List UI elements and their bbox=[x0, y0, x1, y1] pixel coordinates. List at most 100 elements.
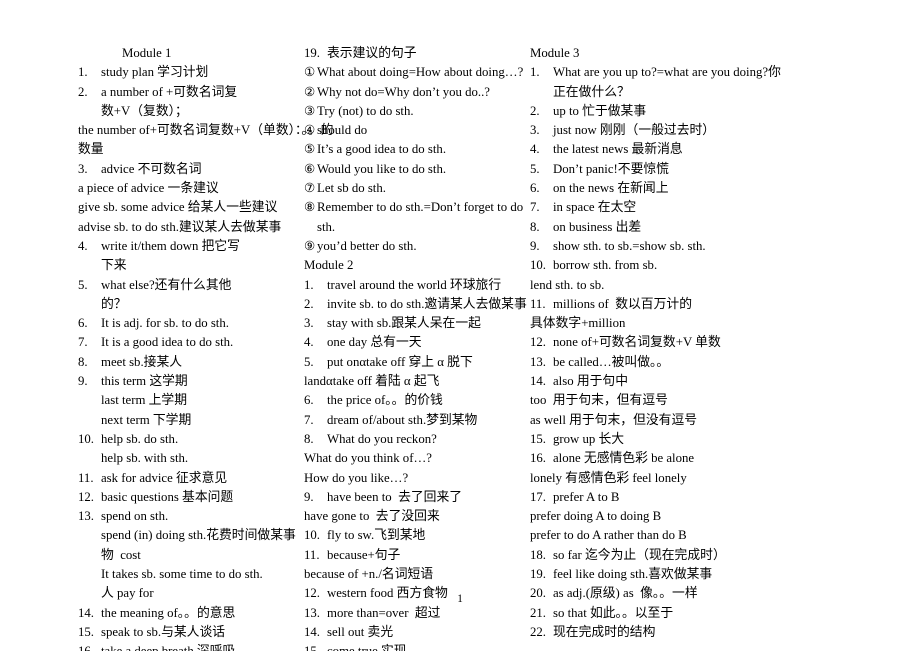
item-text: Let sb do sth. bbox=[317, 181, 386, 196]
numbered-circle-item: ③ Try (not) to do sth. bbox=[304, 102, 528, 121]
numbered-item: 5. Don’t panic!不要惊慌 bbox=[530, 160, 920, 179]
item-number: 3. bbox=[304, 316, 314, 331]
item-number: 2. bbox=[78, 84, 88, 99]
item-text: in space 在太空 bbox=[553, 200, 637, 215]
numbered-item: 2. invite sb. to do sth.邀请某人去做某事 bbox=[304, 295, 528, 314]
numbered-circle-item: ⑨ you’d better do sth. bbox=[304, 237, 528, 256]
numbered-item: 16. alone 无感情色彩 be alone bbox=[530, 449, 920, 468]
numbered-item: 11. ask for advice 征求意见 bbox=[78, 469, 250, 488]
item-text: What are you up to?=what are you doing?你 bbox=[553, 65, 781, 80]
module-1-heading: Module 1 bbox=[122, 46, 172, 60]
continuation-line: because of +n./名词短语 bbox=[304, 567, 434, 582]
numbered-item: 14. also 用于句中 bbox=[530, 372, 920, 391]
item-number: 5. bbox=[530, 161, 540, 176]
item-text: fly to sw.飞到某地 bbox=[327, 528, 426, 543]
item-text: sell out 卖光 bbox=[327, 624, 394, 639]
numbered-item: 3. advice 不可数名词 bbox=[78, 160, 250, 179]
item-text: a number of +可数名词复数+V（复数）； bbox=[101, 84, 238, 118]
item-text: ask for advice 征求意见 bbox=[101, 470, 228, 485]
numbered-item: 4. the latest news 最新消息 bbox=[530, 140, 920, 159]
numbered-item: 18. so far 迄今为止（现在完成时） bbox=[530, 546, 920, 565]
item-number: 10. bbox=[304, 528, 320, 543]
numbered-item: 3. stay with sb.跟某人呆在一起 bbox=[304, 314, 528, 333]
item-text: 表示建议的句子 bbox=[327, 46, 417, 60]
item-text: prefer A to B bbox=[553, 489, 620, 504]
indented-line: next term 下学期 bbox=[101, 412, 192, 427]
numbered-circle-item: ⑤ It’s a good idea to do sth. bbox=[304, 140, 528, 159]
item-number: 2. bbox=[304, 296, 314, 311]
numbered-item: 11. millions of 数以百万计的 bbox=[530, 295, 920, 314]
item-number: 9. bbox=[530, 238, 540, 253]
item-number: 7. bbox=[530, 200, 540, 215]
numbered-circle-item: ② Why not do=Why don’t you do..? bbox=[304, 83, 528, 102]
item-text: should do bbox=[317, 123, 368, 138]
numbered-item: 13. spend on sth. bbox=[78, 507, 250, 526]
continuation-line: 具体数字+million bbox=[530, 316, 626, 331]
item-number: 19. bbox=[304, 46, 320, 60]
numbered-item: 1. What are you up to?=what are you doing… bbox=[530, 63, 920, 82]
numbered-circle-item: ① What about doing=How about doing…? bbox=[304, 63, 528, 82]
item-text: what else?还有什么其他的？ bbox=[101, 277, 232, 311]
item-number: ③ bbox=[304, 103, 316, 118]
item-number: 15. bbox=[304, 642, 327, 651]
numbered-item: 15. grow up 长大 bbox=[530, 430, 920, 449]
item-text: take a deep breath 深呼吸 bbox=[101, 642, 250, 651]
numbered-item: 17. prefer A to B bbox=[530, 488, 920, 507]
item-text: 现在完成时的结构 bbox=[553, 624, 656, 639]
numbered-item: 19. 表示建议的句子 bbox=[304, 44, 528, 63]
numbered-item: 7. dream of/about sth.梦到某物 bbox=[304, 411, 528, 430]
item-number: 22. bbox=[530, 624, 546, 639]
numbered-item: 14. the meaning of。。的意思 bbox=[78, 604, 250, 623]
continuation-line: How do you like…? bbox=[304, 470, 409, 485]
item-text: travel around the world 环球旅行 bbox=[327, 277, 502, 292]
indented-line: last term 上学期 bbox=[101, 393, 188, 408]
numbered-item: 1. study plan 学习计划 bbox=[78, 63, 250, 82]
numbered-item: 9. show sth. to sb.=show sb. sth. bbox=[530, 237, 920, 256]
numbered-item: 9. have been to 去了回来了 bbox=[304, 488, 528, 507]
item-number: 5. bbox=[304, 354, 314, 369]
item-text: just now 刚刚（一般过去时） bbox=[553, 123, 716, 138]
item-number: 1. bbox=[78, 65, 88, 80]
item-text: put onαtake off 穿上 α 脱下 bbox=[327, 354, 473, 369]
column-right-lines: 1. What are you up to?=what are you doing… bbox=[530, 63, 920, 642]
indented-line: spend (in) doing sth.花费时间做某事 bbox=[101, 528, 296, 543]
continuation-line: What do you think of…? bbox=[304, 451, 432, 466]
indented-line: help sb. with sth. bbox=[101, 451, 189, 466]
item-text: speak to sb.与某人谈话 bbox=[101, 624, 226, 639]
numbered-item: 10. borrow sth. from sb. bbox=[530, 256, 920, 275]
item-number: 8. bbox=[78, 354, 88, 369]
numbered-circle-item: ④ should do bbox=[304, 121, 528, 140]
continuation-line: lonely 有感情色彩 feel lonely bbox=[530, 470, 687, 485]
numbered-item: 11. because+句子 bbox=[304, 546, 528, 565]
item-number: ⑤ bbox=[304, 142, 316, 157]
numbered-item: 1. travel around the world 环球旅行 bbox=[304, 276, 528, 295]
item-number: 16. bbox=[530, 451, 546, 466]
numbered-item: 13. more than=over 超过 bbox=[304, 604, 528, 623]
continuation-line: landαtake off 着陆 α 起飞 bbox=[304, 374, 440, 389]
numbered-item: 12. none of+可数名词复数+V 单数 bbox=[530, 333, 920, 352]
numbered-item: 15. speak to sb.与某人谈话 bbox=[78, 623, 250, 642]
column-left: Module 1 1. study plan 学习计划 2. a number of … bbox=[0, 44, 333, 651]
numbered-item: 2. up to 忙于做某事 bbox=[530, 102, 920, 121]
item-text: grow up 长大 bbox=[553, 431, 625, 446]
item-text: It is adj. for sb. to do sth. bbox=[101, 316, 229, 331]
item-text: have been to 去了回来了 bbox=[327, 489, 463, 504]
item-number: 6. bbox=[78, 316, 88, 331]
numbered-item: 8. on business 出差 bbox=[530, 218, 920, 237]
item-text: advice 不可数名词 bbox=[101, 161, 202, 176]
item-number: 15. bbox=[530, 431, 546, 446]
column-middle: 19. 表示建议的句子 ① What about doing=How about do… bbox=[250, 44, 528, 651]
numbered-item: 8. What do you reckon? bbox=[304, 430, 528, 449]
item-text: on business 出差 bbox=[553, 219, 642, 234]
numbered-item: 9. this term 这学期 bbox=[78, 372, 250, 391]
item-number: ⑦ bbox=[304, 181, 316, 196]
item-number: 1. bbox=[304, 277, 314, 292]
item-number: 11. bbox=[78, 470, 94, 485]
item-text: What do you reckon? bbox=[327, 431, 437, 446]
item-number: ⑨ bbox=[304, 238, 316, 253]
item-number: 14. bbox=[304, 624, 320, 639]
item-number: 13. bbox=[530, 354, 546, 369]
page-number: 1 bbox=[457, 593, 463, 605]
numbered-item: 7. in space 在太空 bbox=[530, 198, 920, 217]
item-number: 16. bbox=[78, 642, 101, 651]
